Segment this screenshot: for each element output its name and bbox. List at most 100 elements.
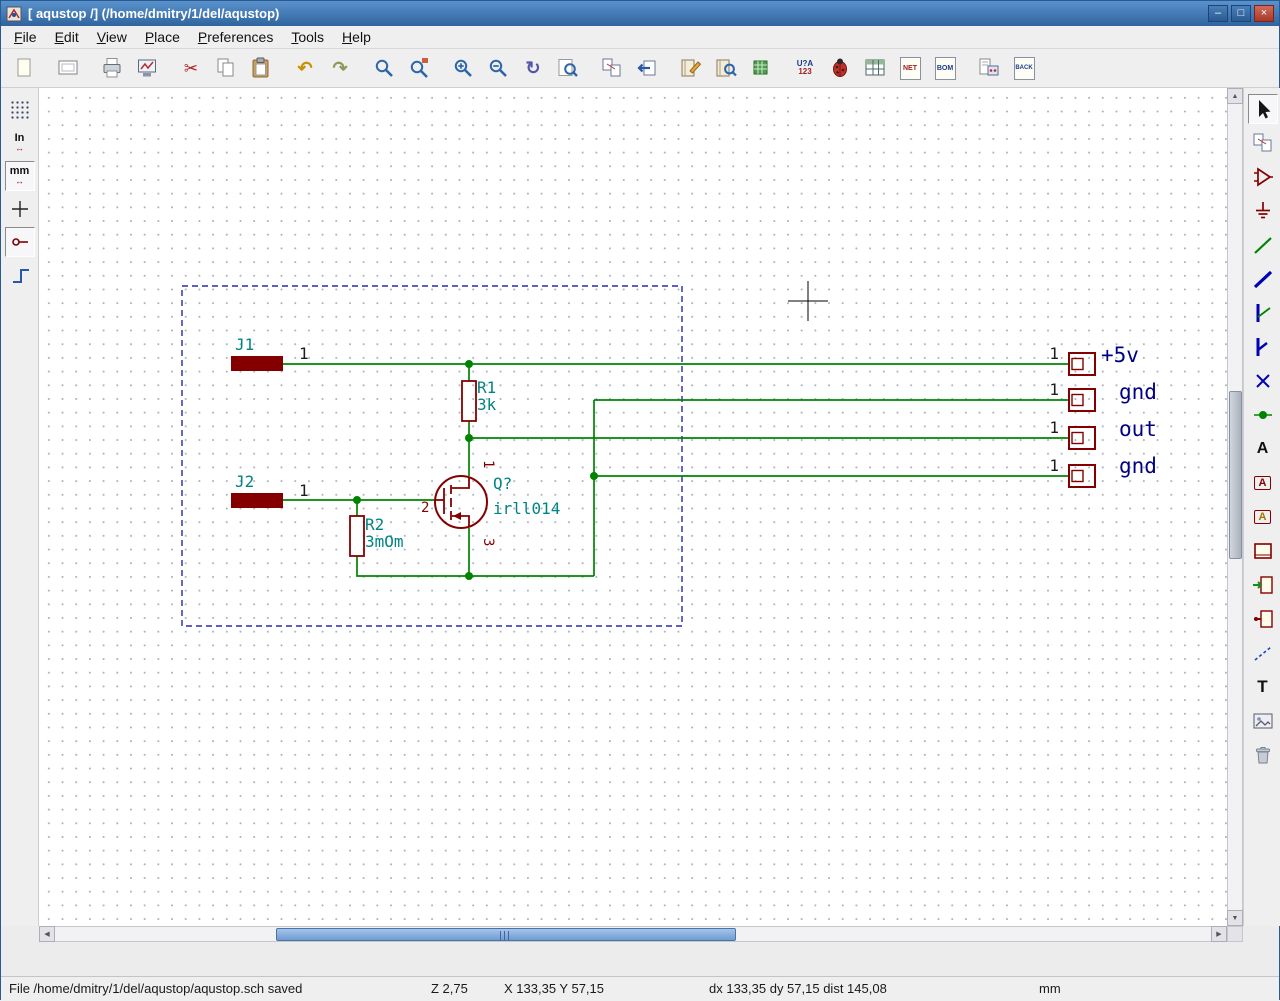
menu-help[interactable]: Help xyxy=(333,26,380,48)
menu-view[interactable]: View xyxy=(88,26,136,48)
hier-pin-gnd-top[interactable] xyxy=(1069,389,1095,411)
erc-button[interactable] xyxy=(825,53,855,83)
select-tool-button[interactable] xyxy=(1248,94,1278,124)
j2-ref-label[interactable]: J2 xyxy=(235,472,254,491)
copy-button[interactable] xyxy=(211,53,241,83)
place-global-label-button[interactable]: A xyxy=(1248,468,1278,498)
leave-sheet-button[interactable] xyxy=(632,53,662,83)
horizontal-scroll-thumb[interactable] xyxy=(276,928,736,941)
place-bus-button[interactable] xyxy=(1248,264,1278,294)
junction-dot[interactable] xyxy=(465,360,473,368)
hierarchy-tool-button[interactable] xyxy=(1248,128,1278,158)
junction-dot[interactable] xyxy=(353,496,361,504)
place-component-button[interactable] xyxy=(1248,162,1278,192)
hv-orientation-button[interactable] xyxy=(5,260,35,290)
wire-source-rail[interactable] xyxy=(357,556,594,576)
new-schematic-button[interactable] xyxy=(9,53,39,83)
assign-footprints-button[interactable] xyxy=(974,53,1004,83)
menu-place[interactable]: Place xyxy=(136,26,189,48)
wire-to-bus-button[interactable] xyxy=(1248,298,1278,328)
menu-edit[interactable]: Edit xyxy=(46,26,88,48)
place-hierarchical-label-button[interactable]: A xyxy=(1248,502,1278,532)
place-wire-button[interactable] xyxy=(1248,230,1278,260)
scroll-left-button[interactable]: ◀ xyxy=(39,926,55,942)
find-replace-button[interactable] xyxy=(404,53,434,83)
copy-icon xyxy=(214,56,238,80)
r2-body[interactable] xyxy=(350,516,364,556)
q1-value-label[interactable]: irll014 xyxy=(493,499,560,518)
place-label-button[interactable]: A xyxy=(1248,434,1278,464)
place-power-button[interactable] xyxy=(1248,196,1278,226)
fields-table-button[interactable] xyxy=(860,53,890,83)
junction-dot[interactable] xyxy=(465,434,473,442)
import-sheet-pin-button[interactable] xyxy=(1248,570,1278,600)
q1-ref-label[interactable]: Q? xyxy=(493,474,512,493)
net-label-plus5v[interactable]: +5v xyxy=(1101,343,1139,367)
plot-button[interactable] xyxy=(132,53,162,83)
hierarchy-navigator-button[interactable] xyxy=(597,53,627,83)
scroll-up-button[interactable]: ▲ xyxy=(1227,88,1243,104)
bus-to-bus-button[interactable] xyxy=(1248,332,1278,362)
menu-file[interactable]: File xyxy=(5,26,46,48)
zoom-out-button[interactable] xyxy=(483,53,513,83)
back-annotate-button[interactable]: BACK xyxy=(1009,53,1039,83)
footprint-editor-button[interactable] xyxy=(746,53,776,83)
redraw-button[interactable]: ↻ xyxy=(518,53,548,83)
library-editor-button[interactable] xyxy=(676,53,706,83)
q1-mosfet-symbol[interactable] xyxy=(435,476,487,528)
place-sheet-button[interactable] xyxy=(1248,536,1278,566)
j1-body[interactable] xyxy=(231,356,283,371)
net-label-out[interactable]: out xyxy=(1119,417,1157,441)
vertical-scroll-thumb[interactable] xyxy=(1229,391,1242,559)
horizontal-scrollbar[interactable]: ◀ ▶ xyxy=(39,926,1227,942)
annotate-button[interactable]: U?A 123 xyxy=(790,53,820,83)
library-browser-button[interactable] xyxy=(711,53,741,83)
schematic-canvas[interactable]: J1 J2 R1 3k R2 3mOm Q? irll014 1 1 1 1 1… xyxy=(39,88,1227,926)
grid-toggle-button[interactable] xyxy=(5,95,35,125)
zoom-fit-button[interactable] xyxy=(553,53,583,83)
scroll-down-button[interactable]: ▼ xyxy=(1227,910,1243,926)
menu-preferences[interactable]: Preferences xyxy=(189,26,283,48)
place-sheet-pin-button[interactable] xyxy=(1248,604,1278,634)
maximize-button[interactable]: □ xyxy=(1231,5,1251,22)
place-graphic-line-button[interactable] xyxy=(1248,638,1278,668)
j2-body[interactable] xyxy=(231,493,283,508)
redo-button[interactable]: ↷ xyxy=(325,53,355,83)
bom-button[interactable]: BOM xyxy=(930,53,960,83)
hier-pin-out[interactable] xyxy=(1069,427,1095,449)
r1-body[interactable] xyxy=(462,381,476,421)
units-inch-button[interactable]: In ↔ xyxy=(5,128,35,158)
vertical-scrollbar[interactable]: ▲ ▼ xyxy=(1227,88,1243,926)
r1-value-label[interactable]: 3k xyxy=(477,395,497,414)
j1-ref-label[interactable]: J1 xyxy=(235,335,254,354)
zoom-in-button[interactable] xyxy=(448,53,478,83)
paste-button[interactable] xyxy=(246,53,276,83)
no-connect-button[interactable] xyxy=(1248,366,1278,396)
menu-tools[interactable]: Tools xyxy=(282,26,333,48)
net-label-gnd-top[interactable]: gnd xyxy=(1119,380,1157,404)
undo-button[interactable]: ↶ xyxy=(290,53,320,83)
find-button[interactable] xyxy=(369,53,399,83)
print-button[interactable] xyxy=(97,53,127,83)
netlist-button[interactable]: NET xyxy=(895,53,925,83)
annotate-icon-bottom-text: 123 xyxy=(798,68,811,76)
cursor-shape-button[interactable] xyxy=(5,194,35,224)
units-mm-button[interactable]: mm ↔ xyxy=(5,161,35,191)
page-settings-button[interactable] xyxy=(53,53,83,83)
junction-dot[interactable] xyxy=(465,572,473,580)
minimize-button[interactable]: – xyxy=(1208,5,1228,22)
place-text-button[interactable]: T xyxy=(1248,672,1278,702)
close-button[interactable]: × xyxy=(1254,5,1274,22)
place-junction-button[interactable] xyxy=(1248,400,1278,430)
junction-dot[interactable] xyxy=(590,472,598,480)
sheet-outline[interactable] xyxy=(182,286,682,626)
place-image-button[interactable] xyxy=(1248,706,1278,736)
scroll-right-button[interactable]: ▶ xyxy=(1211,926,1227,942)
hier-pin-gnd-bottom[interactable] xyxy=(1069,465,1095,487)
delete-tool-button[interactable] xyxy=(1248,740,1278,770)
hier-pin-plus5v[interactable] xyxy=(1069,353,1095,375)
hidden-pins-button[interactable] xyxy=(5,227,35,257)
net-label-gnd-bottom[interactable]: gnd xyxy=(1119,454,1157,478)
cut-button[interactable]: ✂ xyxy=(176,53,206,83)
r2-value-label[interactable]: 3mOm xyxy=(365,532,404,551)
